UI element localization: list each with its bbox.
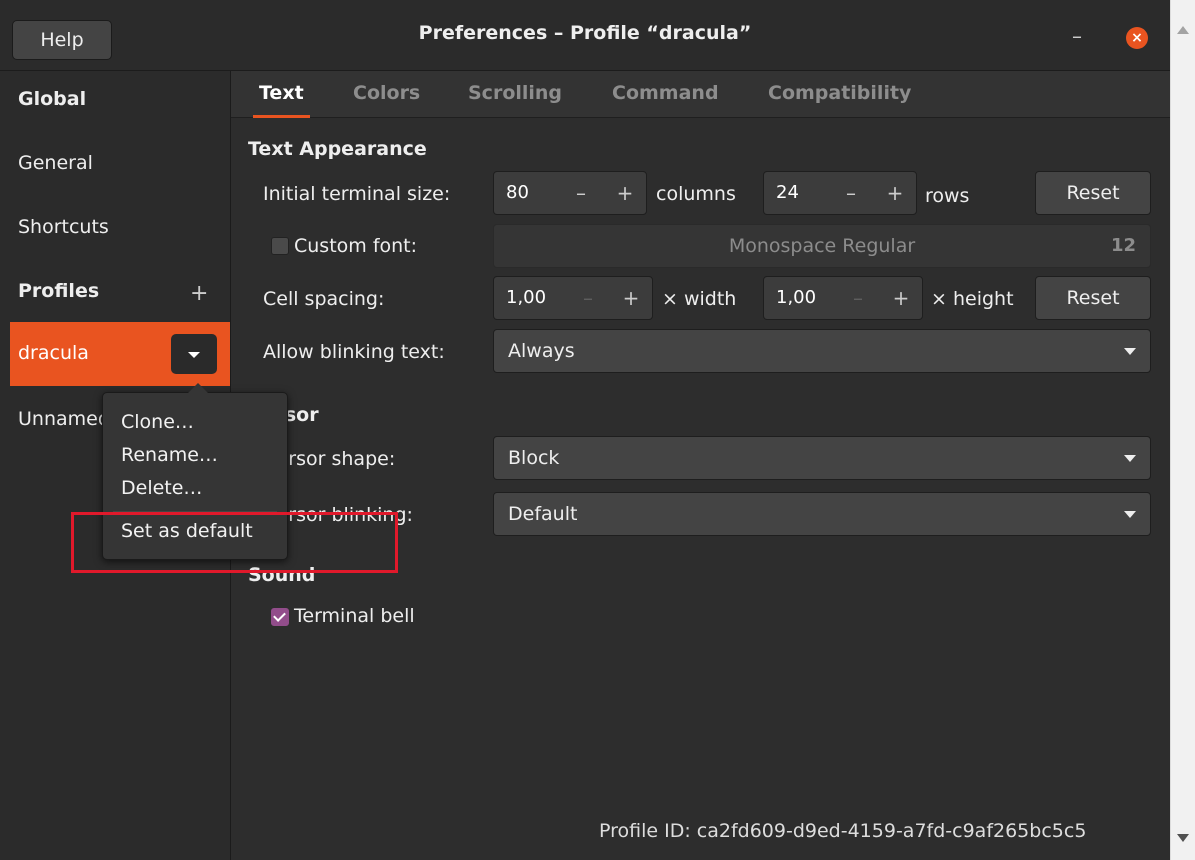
- height-plus-icon[interactable]: +: [879, 277, 923, 319]
- columns-plus-icon[interactable]: +: [603, 172, 647, 214]
- cursor-shape-select[interactable]: Block: [493, 436, 1151, 480]
- preferences-window: Help Preferences – Profile “dracula” – ×…: [0, 0, 1170, 860]
- menu-item-clone[interactable]: Clone…: [121, 411, 194, 433]
- tab-bar: Text Colors Scrolling Command Compatibil…: [231, 71, 1170, 118]
- font-size: 12: [1110, 235, 1136, 256]
- width-value: 1,00: [506, 287, 547, 308]
- tab-text[interactable]: Text: [253, 82, 310, 118]
- terminal-bell-checkbox[interactable]: [271, 608, 289, 626]
- scroll-down-icon[interactable]: [1177, 834, 1189, 842]
- rows-spinner[interactable]: 24 – +: [763, 171, 917, 215]
- font-name: Monospace Regular: [728, 235, 916, 257]
- add-profile-icon[interactable]: +: [190, 281, 208, 306]
- tab-command[interactable]: Command: [612, 82, 719, 104]
- font-chooser-button[interactable]: Monospace Regular 12: [493, 224, 1151, 268]
- columns-value: 80: [506, 182, 529, 203]
- width-plus-icon[interactable]: +: [609, 277, 653, 319]
- chevron-down-icon: [1124, 511, 1136, 518]
- chevron-down-icon: [1124, 455, 1136, 462]
- rows-unit-label: rows: [925, 185, 970, 207]
- profile-name: dracula: [18, 342, 89, 364]
- columns-spinner[interactable]: 80 – +: [493, 171, 647, 215]
- sidebar-item-profile-unnamed[interactable]: Unnamed: [18, 408, 113, 430]
- custom-font-checkbox[interactable]: [271, 237, 289, 255]
- minimize-icon[interactable]: –: [1072, 24, 1082, 48]
- reset-size-button[interactable]: Reset: [1035, 171, 1151, 215]
- menu-item-rename[interactable]: Rename…: [121, 444, 218, 466]
- height-unit-label: × height: [931, 288, 1014, 310]
- header-bar: Help Preferences – Profile “dracula” – ×: [0, 0, 1170, 71]
- profile-popover-menu: Clone… Rename… Delete… Set as default: [102, 383, 288, 560]
- section-text-appearance: Text Appearance: [248, 138, 427, 160]
- sidebar-item-shortcuts[interactable]: Shortcuts: [18, 216, 109, 238]
- height-value: 1,00: [776, 287, 817, 308]
- custom-font-label: Custom font:: [294, 235, 418, 257]
- menu-item-delete[interactable]: Delete…: [121, 477, 202, 499]
- sidebar-heading-global: Global: [18, 88, 87, 110]
- width-unit-label: × width: [662, 288, 737, 310]
- rows-value: 24: [776, 182, 799, 203]
- profile-id-label: Profile ID: ca2fd609-d9ed-4159-a7fd-c9af…: [599, 820, 1087, 842]
- tab-scrolling[interactable]: Scrolling: [468, 82, 562, 104]
- cursor-blinking-select[interactable]: Default: [493, 492, 1151, 536]
- cursor-shape-value: Block: [508, 447, 560, 469]
- terminal-bell-label: Terminal bell: [294, 605, 415, 627]
- page-scrollbar[interactable]: [1170, 0, 1195, 860]
- cursor-blinking-value: Default: [508, 503, 578, 525]
- chevron-down-icon: [1124, 348, 1136, 355]
- columns-minus-icon[interactable]: –: [559, 172, 603, 214]
- height-spinner[interactable]: 1,00 – +: [763, 276, 923, 320]
- tab-compatibility[interactable]: Compatibility: [768, 82, 911, 104]
- rows-plus-icon[interactable]: +: [873, 172, 917, 214]
- sidebar-item-general[interactable]: General: [18, 152, 93, 174]
- width-minus-icon[interactable]: –: [566, 277, 610, 319]
- scroll-up-icon[interactable]: [1177, 26, 1189, 34]
- blinking-text-label: Allow blinking text:: [263, 341, 445, 363]
- blinking-text-value: Always: [508, 340, 575, 362]
- help-button[interactable]: Help: [12, 20, 112, 60]
- menu-separator: [113, 511, 277, 512]
- section-sound: Sound: [248, 564, 316, 586]
- sidebar-item-profile-dracula[interactable]: dracula: [10, 322, 230, 386]
- width-spinner[interactable]: 1,00 – +: [493, 276, 653, 320]
- chevron-down-icon: [188, 351, 200, 358]
- height-minus-icon[interactable]: –: [836, 277, 880, 319]
- text-tab-panel: Text Appearance Initial terminal size: 8…: [231, 118, 1170, 860]
- cell-spacing-label: Cell spacing:: [263, 288, 385, 310]
- window-title: Preferences – Profile “dracula”: [418, 22, 752, 44]
- tab-colors[interactable]: Colors: [353, 82, 420, 104]
- blinking-text-select[interactable]: Always: [493, 329, 1151, 373]
- rows-minus-icon[interactable]: –: [829, 172, 873, 214]
- profile-menu-button[interactable]: [171, 334, 217, 374]
- reset-spacing-button[interactable]: Reset: [1035, 276, 1151, 320]
- columns-unit-label: columns: [656, 183, 736, 205]
- sidebar-heading-profiles: Profiles: [18, 280, 100, 302]
- close-icon[interactable]: ×: [1126, 27, 1148, 49]
- initial-size-label: Initial terminal size:: [263, 183, 451, 205]
- menu-item-set-as-default[interactable]: Set as default: [121, 520, 253, 542]
